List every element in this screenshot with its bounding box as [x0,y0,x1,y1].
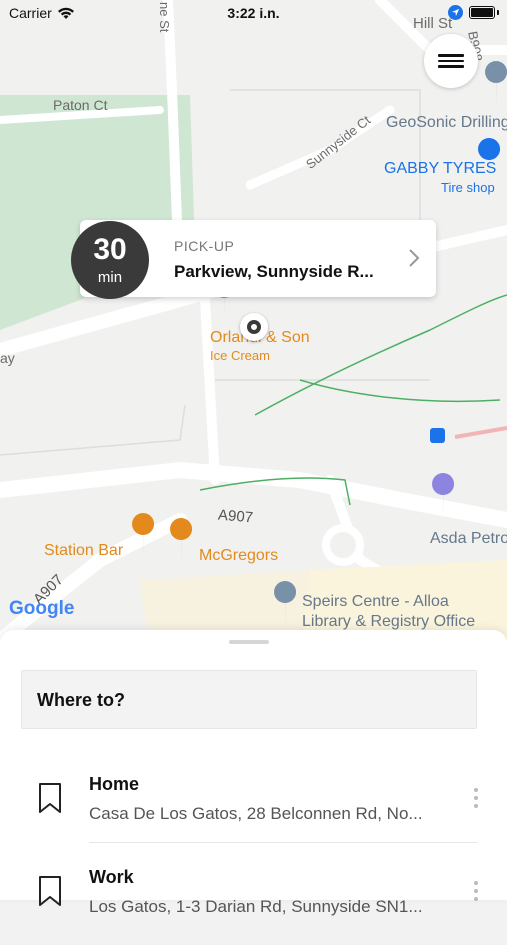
google-logo: Google [9,598,75,619]
more-options-icon[interactable] [474,881,478,901]
map-label-asda: Asda Petro [430,530,507,547]
sheet-grabber[interactable] [229,640,269,644]
bookmark-icon [39,783,61,813]
map-label-speirs-line1: Speirs Centre - Alloa [302,593,449,610]
bookmark-icon [39,876,61,906]
place-name: Work [89,867,134,887]
bottom-sheet[interactable]: Where to? Home Casa De Los Gatos, 28 Bel… [0,630,507,916]
place-address: Los Gatos, 1-3 Darian Rd, Sunnyside SN1.… [89,897,423,916]
menu-button[interactable] [424,34,478,88]
map-label-ice-cream: Ice Cream [210,348,270,363]
status-indicators [448,5,499,20]
map-label-gabby-tyres: GABBY TYRES [384,160,497,177]
place-address: Casa De Los Gatos, 28 Belconnen Rd, No..… [89,804,423,823]
saved-place-work[interactable]: Work Los Gatos, 1-3 Darian Rd, Sunnyside… [0,855,507,945]
map-label-station-bar: Station Bar [44,542,124,559]
hamburger-icon [438,51,464,71]
map-label-paton-ct: Paton Ct [53,97,108,113]
saved-place-home[interactable]: Home Casa De Los Gatos, 28 Belconnen Rd,… [0,762,507,852]
map-label-a907: A907 [217,506,254,527]
map-label-mcgregors: McGregors [199,547,279,564]
more-options-icon[interactable] [474,788,478,808]
battery-icon [469,6,495,19]
location-arrow-icon [448,5,463,20]
eta-unit: min [97,269,123,286]
where-to-placeholder: Where to? [37,690,125,710]
status-time: 3:22 i.n. [227,5,280,21]
map-label-geosonic: GeoSonic Drilling [386,114,507,131]
map-label-road-fragment: ay [0,350,15,366]
chevron-right-icon [409,249,420,267]
status-bar: Carrier 3:22 i.n. [0,0,507,28]
pickup-address: Parkview, Sunnyside R... [174,262,374,281]
map-label-tire-shop: Tire shop [441,180,495,195]
battery-tip [497,10,499,15]
pickup-label: PICK-UP [174,238,235,254]
divider [89,842,477,843]
eta-value: 30 [93,233,127,266]
where-to-input[interactable]: Where to? [21,670,477,729]
pickup-pin-icon[interactable] [240,313,268,341]
eta-badge: 30 min [71,221,149,299]
map-label-speirs-line2: Library & Registry Office [302,613,476,630]
place-name: Home [89,774,140,794]
